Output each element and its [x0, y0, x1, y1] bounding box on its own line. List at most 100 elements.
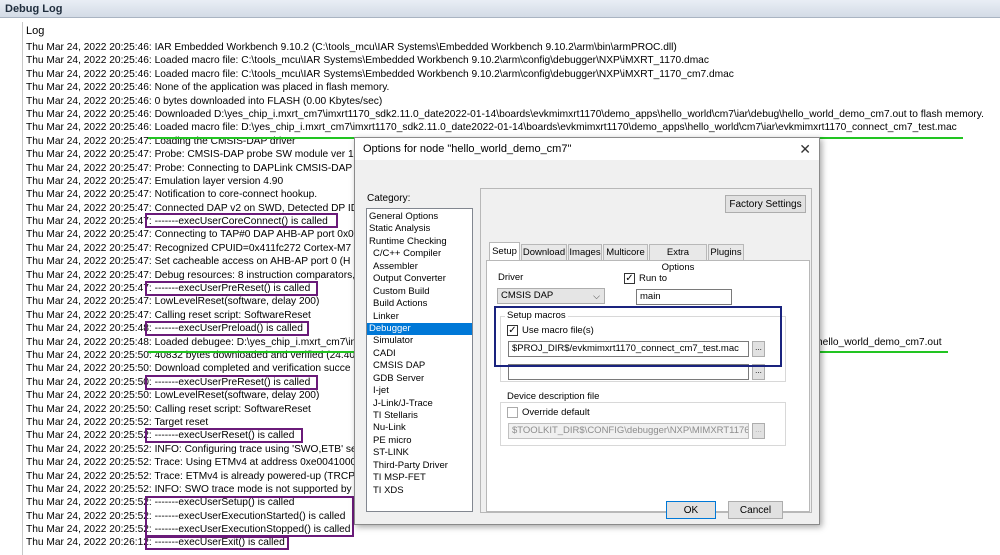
log-timestamp: Thu Mar 24, 2022 20:25:47:	[26, 309, 152, 321]
window-title: Debug Log	[0, 0, 1000, 18]
run-to-label: Run to	[639, 273, 667, 284]
highlight-core-connect	[145, 213, 338, 228]
log-message: Loaded debugee: D:\yes_chip_i.mxrt_cm7\i…	[154, 336, 368, 348]
log-timestamp: Thu Mar 24, 2022 20:25:46:	[26, 68, 152, 80]
close-icon[interactable]: ✕	[799, 141, 811, 158]
log-message: Loaded macro file: C:\tools_mcu\IAR Syst…	[154, 68, 734, 80]
log-timestamp: Thu Mar 24, 2022 20:25:52:	[26, 524, 152, 536]
log-timestamp: Thu Mar 24, 2022 20:25:52:	[26, 470, 152, 482]
driver-value: CMSIS DAP	[501, 290, 554, 301]
log-timestamp: Thu Mar 24, 2022 20:25:52:	[26, 497, 152, 509]
tab-plugins[interactable]: Plugins	[708, 244, 744, 260]
log-timestamp: Thu Mar 24, 2022 20:25:47:	[26, 296, 152, 308]
category-item[interactable]: C/C++ Compiler	[367, 248, 472, 260]
log-timestamp: Thu Mar 24, 2022 20:25:52:	[26, 430, 152, 442]
category-item[interactable]: Linker	[367, 311, 472, 323]
category-item[interactable]: Assembler	[367, 261, 472, 273]
log-timestamp: Thu Mar 24, 2022 20:25:48:	[26, 336, 152, 348]
category-item[interactable]: J-Link/J-Trace	[367, 398, 472, 410]
device-description-input[interactable]: $TOOLKIT_DIR$\CONFIG\debugger\NXP\MIMXRT…	[508, 423, 749, 439]
log-timestamp: Thu Mar 24, 2022 20:25:47:	[26, 256, 152, 268]
log-timestamp: Thu Mar 24, 2022 20:25:46:	[26, 42, 152, 53]
tab-download[interactable]: Download	[521, 244, 567, 260]
category-item[interactable]: Simulator	[367, 335, 472, 347]
category-item[interactable]: CADI	[367, 348, 472, 360]
category-item[interactable]: PE micro	[367, 435, 472, 447]
log-message: Emulation layer version 4.90	[154, 175, 284, 187]
category-item[interactable]: CMSIS DAP	[367, 360, 472, 372]
category-item[interactable]: I-jet	[367, 385, 472, 397]
highlight-pre-reset-2	[145, 375, 318, 390]
check-icon: ✓	[625, 273, 634, 284]
log-timestamp: Thu Mar 24, 2022 20:25:52:	[26, 510, 152, 522]
log-line: Thu Mar 24, 2022 20:25:46: Loaded macro …	[26, 68, 1000, 81]
log-timestamp: Thu Mar 24, 2022 20:25:47:	[26, 202, 152, 214]
log-message: Probe: CMSIS-DAP probe SW module ver 1	[154, 149, 354, 161]
tab-images[interactable]: Images	[568, 244, 602, 260]
category-label: Category:	[367, 193, 411, 204]
log-timestamp: Thu Mar 24, 2022 20:26:12:	[26, 537, 152, 549]
highlight-pre-reset-1	[145, 281, 318, 296]
log-message: Loaded macro file: D:\yes_chip_i.mxrt_cm…	[154, 122, 957, 134]
highlight-user-reset	[145, 428, 303, 443]
log-timestamp: Thu Mar 24, 2022 20:25:46:	[26, 55, 152, 67]
category-item[interactable]: GDB Server	[367, 373, 472, 385]
category-item[interactable]: Debugger	[367, 322, 472, 336]
override-default-checkbox[interactable]	[507, 407, 518, 418]
driver-select[interactable]: CMSIS DAP ⌵	[497, 288, 605, 304]
log-timestamp: Thu Mar 24, 2022 20:25:47:	[26, 283, 152, 295]
log-message: Connecting to TAP#0 DAP AHB-AP port 0x0	[154, 229, 354, 241]
category-item[interactable]: Build Actions	[367, 298, 472, 310]
log-message: Download completed and verification succ…	[154, 363, 351, 375]
log-message: INFO: Configuring trace using 'SWO,ETB' …	[154, 443, 357, 455]
category-item[interactable]: Runtime Checking	[367, 236, 472, 248]
ok-button[interactable]: OK	[666, 501, 716, 519]
category-item[interactable]: TI MSP-FET	[367, 472, 472, 484]
log-timestamp: Thu Mar 24, 2022 20:25:50:	[26, 363, 152, 375]
highlight-setup-macros	[494, 306, 782, 367]
run-to-input[interactable]: main	[636, 289, 732, 305]
log-message: Trace: ETMv4 is already powered-up (TRCP	[154, 470, 355, 482]
log-message: 0 bytes downloaded into FLASH (0.00 Kbyt…	[154, 95, 383, 107]
highlight-preload	[145, 321, 309, 336]
browse-device-button[interactable]: ...	[752, 423, 765, 439]
factory-settings-button[interactable]: Factory Settings	[725, 195, 806, 213]
cancel-button[interactable]: Cancel	[728, 501, 783, 519]
category-item[interactable]: Output Converter	[367, 273, 472, 285]
tab-extra-options[interactable]: Extra Options	[649, 244, 707, 273]
category-item[interactable]: TI XDS	[367, 485, 472, 497]
run-to-checkbox[interactable]: ✓	[624, 273, 635, 284]
category-item[interactable]: Nu-Link	[367, 422, 472, 434]
log-message: Debug resources: 8 instruction comparato…	[154, 269, 356, 281]
category-item[interactable]: General Options	[367, 211, 472, 223]
chevron-down-icon: ⌵	[593, 291, 600, 301]
log-message: Loaded macro file: C:\tools_mcu\IAR Syst…	[154, 55, 709, 67]
log-timestamp: Thu Mar 24, 2022 20:25:50:	[26, 349, 152, 361]
log-timestamp: Thu Mar 24, 2022 20:25:52:	[26, 443, 152, 455]
highlight-user-exit	[145, 536, 289, 550]
log-line: Thu Mar 24, 2022 20:25:46: Loaded macro …	[26, 121, 1000, 134]
underline-debugee	[148, 351, 354, 353]
log-timestamp: Thu Mar 24, 2022 20:25:47:	[26, 216, 152, 228]
category-item[interactable]: ST-LINK	[367, 447, 472, 459]
log-line: Thu Mar 24, 2022 20:25:46: Downloaded D:…	[26, 108, 1000, 121]
log-timestamp: Thu Mar 24, 2022 20:25:47:	[26, 175, 152, 187]
override-default-label: Override default	[522, 407, 590, 418]
log-message: Trace: Using ETMv4 at address 0xe0041000	[154, 457, 357, 469]
tab-setup[interactable]: Setup	[489, 242, 520, 260]
options-dialog[interactable]: Options for node "hello_world_demo_cm7" …	[354, 137, 820, 525]
debugee-filename-overlay: hello_world_demo_cm7.out	[817, 337, 942, 348]
tab-multicore[interactable]: Multicore	[603, 244, 648, 260]
log-message: Notification to core-connect hookup.	[154, 189, 318, 201]
category-list[interactable]: General Options Static Analysis Runtime Ch…	[366, 208, 473, 512]
category-item[interactable]: Custom Build	[367, 286, 472, 298]
log-timestamp: Thu Mar 24, 2022 20:25:46:	[26, 108, 152, 120]
log-line: Thu Mar 24, 2022 20:25:46: 0 bytes downl…	[26, 95, 1000, 108]
log-line: Thu Mar 24, 2022 20:25:46: None of the a…	[26, 81, 1000, 94]
category-item[interactable]: Static Analysis	[367, 223, 472, 235]
log-timestamp: Thu Mar 24, 2022 20:25:47:	[26, 189, 152, 201]
underline-debugee-out	[815, 351, 948, 353]
log-header: Log	[26, 25, 45, 37]
category-item[interactable]: Third-Party Driver	[367, 460, 472, 472]
category-item[interactable]: TI Stellaris	[367, 410, 472, 422]
